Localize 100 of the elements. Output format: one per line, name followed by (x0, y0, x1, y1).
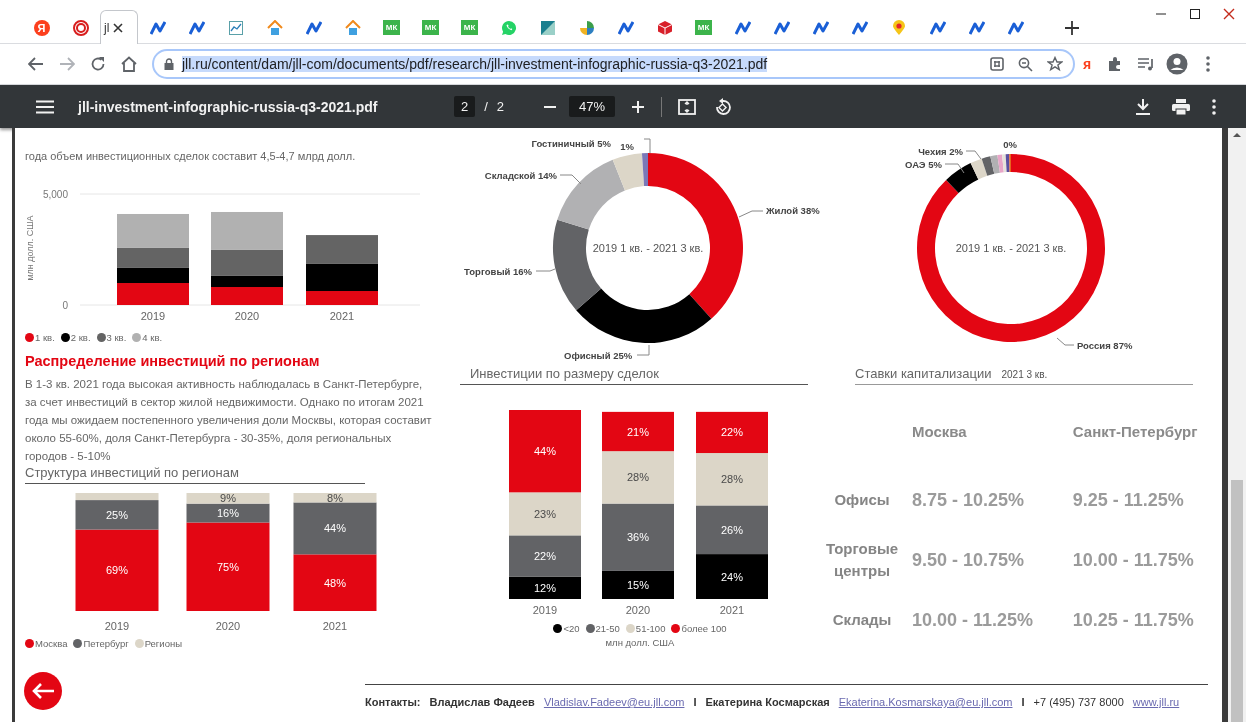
browser-tab[interactable]: МК (450, 10, 489, 44)
bar-value-label: 69% (106, 564, 128, 577)
leader-line (559, 174, 582, 185)
playlist-icon[interactable] (1136, 57, 1155, 71)
site-logo: Я (33, 19, 50, 36)
bar-value-label: 75% (217, 560, 239, 573)
zigzag-logo-icon (149, 20, 166, 35)
legend-label: 21-50 (595, 623, 620, 634)
reload-icon[interactable] (89, 56, 106, 72)
zigzag-logo-icon (968, 20, 985, 35)
page-count: 2 (496, 99, 505, 114)
paragraph: В 1-3 кв. 2021 года высокая активность наблюдалась в Санкт-Петербурге, за счет инвестиций в сектор жилой недвижимости. Однако по итогам 2021 года мы ожидаем постепенного увеличения доли Москвы, которая составит около 55-60%, доля Санкт-Петербурга - 30-35%, доля региональных городов - 5-10% (25, 377, 433, 464)
back-button[interactable] (24, 672, 62, 710)
puzzle-icon[interactable] (1106, 56, 1123, 72)
legend-label: Петербург (83, 638, 129, 649)
chat-bubble-icon (500, 19, 517, 36)
website-link[interactable]: www.jll.ru (1132, 696, 1180, 708)
bar-value-label: 8% (327, 491, 343, 504)
leader-line (738, 210, 764, 218)
browser-tab[interactable]: МК (684, 10, 723, 44)
browser-logo[interactable]: я (1083, 56, 1092, 72)
zoom-in-icon[interactable] (631, 99, 646, 114)
scrollbar[interactable] (1228, 128, 1246, 722)
zoom-icon[interactable] (1018, 56, 1033, 72)
menu-icon[interactable] (1205, 56, 1210, 72)
section-title: Ставки капитализации (855, 366, 992, 381)
bar-value-label: 44% (534, 445, 556, 458)
house-icon (266, 19, 283, 36)
donut-center-label: 2019 1 кв. - 2021 3 кв. (955, 242, 1067, 254)
slice-label: Гостиничный 5% (531, 138, 611, 149)
page-number-field[interactable]: 2 (454, 96, 476, 117)
grid-icon[interactable] (990, 57, 1004, 71)
back-icon[interactable] (27, 57, 44, 71)
table-cell-text: 10.00 - 11.75% (1071, 548, 1195, 572)
chart-title: Инвестиции по размеру сделок (460, 366, 808, 385)
email-link[interactable]: Ekaterina.Kosmarskaya@eu.jll.com (838, 696, 1013, 708)
scrollbar-thumb[interactable] (1231, 480, 1243, 722)
rotate-icon[interactable] (714, 97, 733, 116)
row-header: Офисы (833, 490, 891, 510)
home-icon[interactable] (119, 56, 138, 72)
browser-tab[interactable]: Я (22, 10, 61, 44)
slice-label: Офисный 25% (564, 350, 633, 361)
rings-logo-icon (72, 19, 89, 36)
slice-label: ОАЭ 5% (905, 159, 942, 170)
contact-name: Екатерина Космарская (705, 696, 830, 708)
site-logo: МК (422, 20, 439, 35)
leader-line (535, 268, 556, 272)
axis-tick-label: 2020 (625, 604, 651, 616)
bar-segment (602, 411, 674, 452)
close-tab-icon[interactable] (113, 22, 124, 33)
avatar-icon[interactable] (1165, 53, 1188, 75)
zigzag-logo-icon (188, 20, 205, 35)
star-icon[interactable] (1047, 56, 1063, 72)
bar-segment (696, 411, 768, 454)
legend-label: более 100 (681, 623, 727, 634)
bar-value-label: 9% (220, 492, 236, 505)
download-icon[interactable] (1136, 98, 1150, 115)
axis-tick-label: 2021 (322, 620, 348, 632)
legend-label: 2 кв. (70, 332, 91, 343)
slice-label: 1% (620, 141, 634, 152)
bar-segment (696, 453, 768, 506)
email-link[interactable]: Vladislav.Fadeev@eu.jll.com (543, 696, 685, 708)
chart-icon (227, 19, 244, 36)
zoom-field[interactable]: 47% (569, 96, 616, 117)
document-title: jll-investment-infographic-russia-q3-2021.pdf (78, 98, 379, 115)
axis-tick-label: 2019 (532, 604, 558, 616)
section-heading: Распределение инвестиций по регионам (25, 353, 321, 369)
pie-icon (578, 19, 595, 36)
axis-tick-label: 2020 (234, 310, 260, 322)
new-tab-icon[interactable] (1065, 21, 1079, 35)
table-cell-text: 9.50 - 10.75% (911, 548, 1026, 572)
browser-tab[interactable]: МК (411, 10, 450, 44)
column-header: Санкт-Петербург (1071, 423, 1199, 442)
legend-label: <20 (563, 623, 580, 634)
browser-tab[interactable]: jl (100, 10, 138, 44)
separator: I (1021, 696, 1025, 708)
bar-value-label: 24% (721, 570, 743, 583)
contact-name: Владислав Фадеев (429, 696, 535, 708)
bar-value-label: 25% (106, 508, 128, 521)
browser-tab[interactable]: МК (372, 10, 411, 44)
menu-icon[interactable] (36, 99, 54, 114)
split-square-icon (539, 19, 556, 36)
axis-tick-label: 2020 (215, 620, 241, 632)
slice-label: Складской 14% (484, 170, 557, 181)
bar-value-label: 16% (217, 507, 239, 520)
chart-title: Структура инвестиций по регионам (25, 465, 365, 484)
axis-title: млн долл. США (604, 637, 676, 648)
row-header: Торговые центры (824, 539, 900, 581)
leader-line (944, 163, 965, 174)
fit-page-icon[interactable] (678, 98, 697, 115)
phone-number: +7 (495) 737 8000 (1033, 696, 1124, 708)
table-cell-text: 8.75 - 10.25% (911, 488, 1026, 512)
print-icon[interactable] (1172, 98, 1190, 115)
more-icon[interactable] (1212, 98, 1216, 115)
bar-value-label: 44% (324, 522, 346, 535)
address-field[interactable]: jll.ru/content/dam/jll-com/documents/pdf/research/jll-investment-infographic-russia-q3-2021.pdf (152, 49, 1075, 79)
leader-line (1056, 337, 1075, 346)
contacts-label: Контакты: (365, 696, 421, 708)
bar-value-label: 48% (324, 576, 346, 589)
leader-line (636, 344, 650, 356)
